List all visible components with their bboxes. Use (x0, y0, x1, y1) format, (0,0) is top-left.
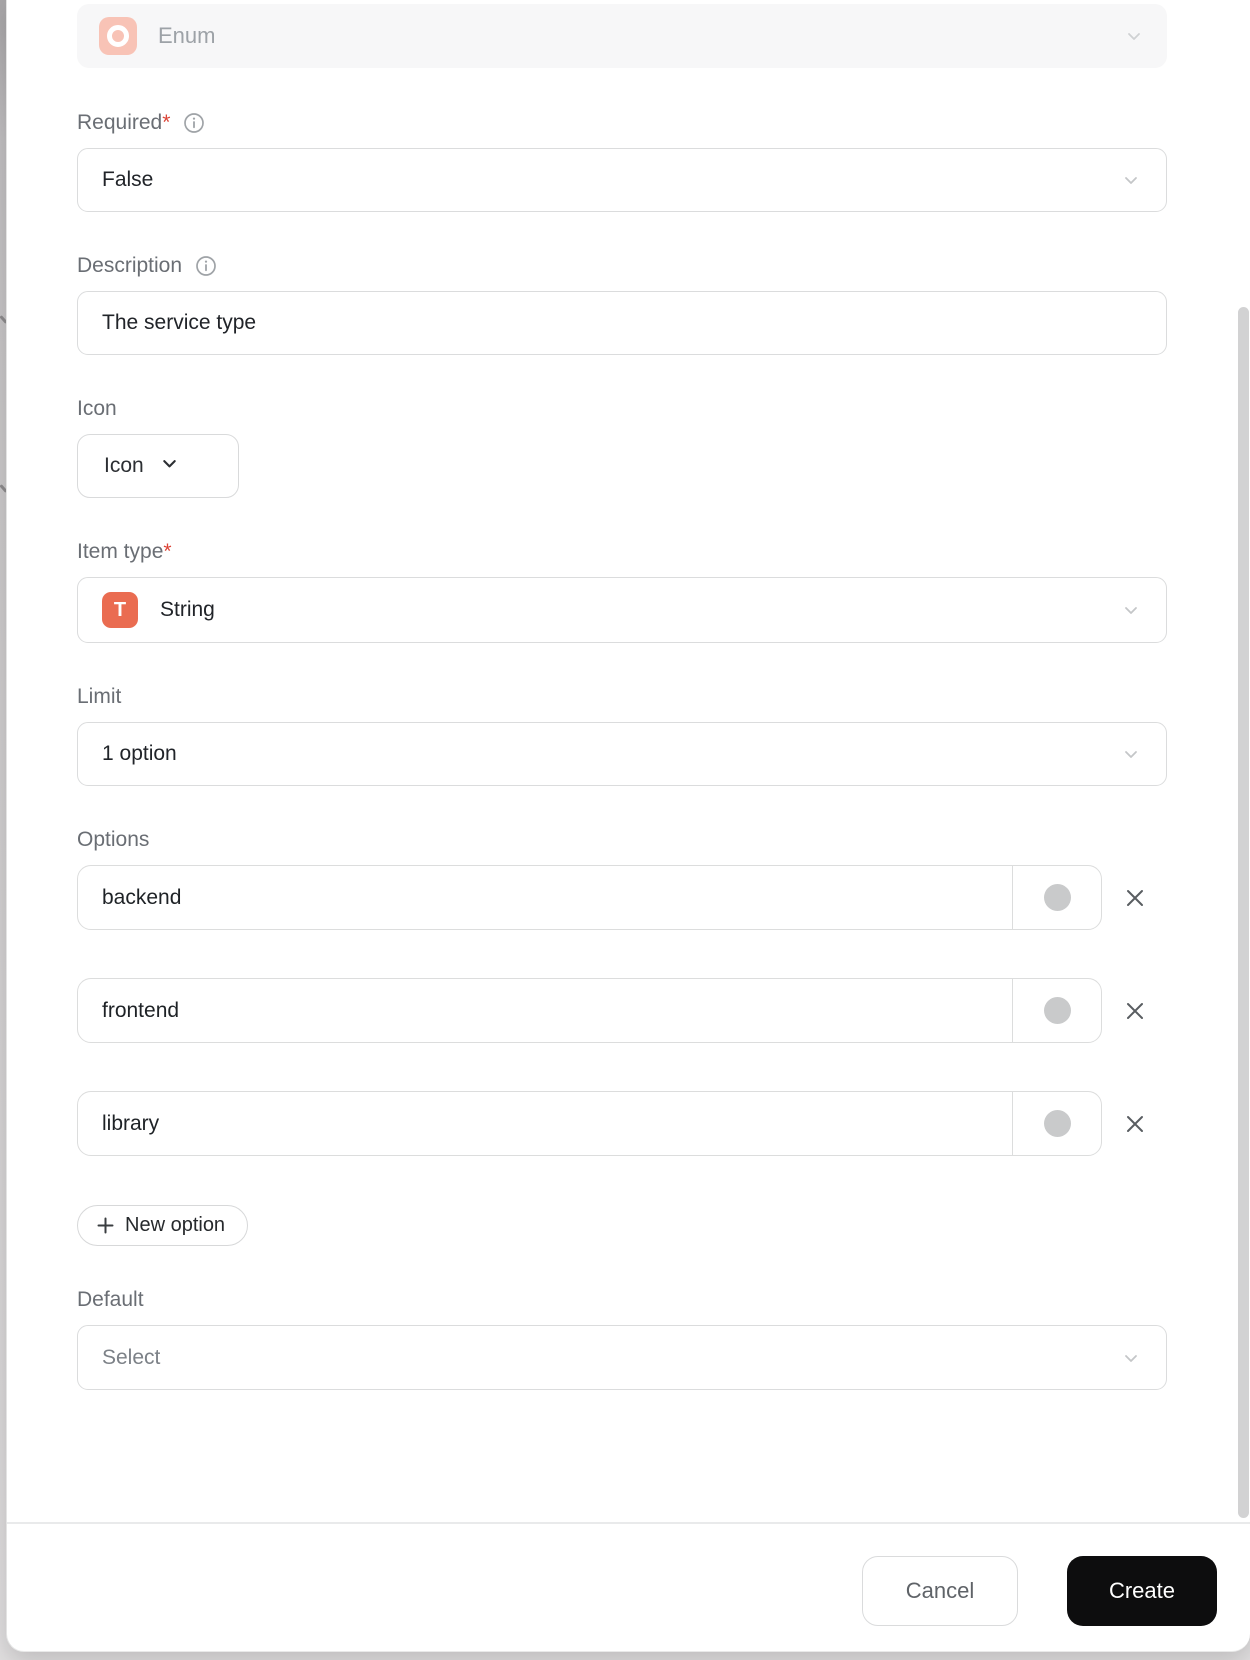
required-label: Required* (77, 110, 1167, 136)
color-swatch-icon (1043, 1110, 1071, 1137)
info-icon[interactable] (194, 254, 218, 278)
limit-value: 1 option (102, 742, 177, 765)
required-value: False (102, 168, 154, 191)
create-button[interactable]: Create (1067, 1556, 1217, 1626)
color-swatch-icon (1043, 884, 1071, 911)
remove-option-button[interactable] (1119, 882, 1151, 914)
limit-select[interactable]: 1 option (77, 722, 1167, 786)
option-value-input[interactable] (78, 979, 1012, 1042)
scrollbar-thumb[interactable] (1238, 307, 1249, 1518)
description-input[interactable] (77, 291, 1167, 355)
enum-type-icon (99, 17, 137, 55)
default-select[interactable]: Select (77, 1325, 1167, 1390)
item-type-value: String (160, 598, 215, 621)
required-asterisk: * (163, 540, 172, 563)
option-row (77, 865, 1167, 930)
default-placeholder: Select (102, 1345, 161, 1369)
footer-divider (7, 1522, 1250, 1524)
info-icon[interactable] (182, 111, 206, 135)
chevron-down-icon (1120, 169, 1142, 191)
option-color-button[interactable] (1012, 1092, 1101, 1155)
attribute-type-value: Enum (158, 23, 216, 48)
option-value-input[interactable] (78, 1092, 1012, 1155)
icon-label: Icon (77, 397, 117, 420)
required-asterisk: * (162, 111, 171, 134)
icon-picker-label: Icon (104, 454, 144, 477)
chevron-down-icon (1120, 599, 1142, 621)
item-type-label: Item type* (77, 540, 172, 563)
create-attribute-dialog: Enum Required* False Description The ser… (6, 0, 1250, 1652)
remove-option-button[interactable] (1119, 995, 1151, 1027)
option-color-button[interactable] (1012, 979, 1101, 1042)
chevron-down-icon (1123, 25, 1145, 47)
option-input-group (77, 865, 1102, 930)
close-icon (1127, 1115, 1143, 1132)
icon-picker-button[interactable]: Icon (77, 434, 239, 498)
description-label: Description (77, 253, 1167, 279)
option-input-group (77, 978, 1102, 1043)
close-icon (1127, 1002, 1143, 1019)
chevron-down-icon (1120, 1347, 1142, 1369)
item-type-select[interactable]: T String (77, 577, 1167, 643)
options-label: Options (77, 828, 150, 851)
plus-icon (95, 1215, 116, 1236)
chevron-down-icon (160, 454, 179, 479)
limit-label: Limit (77, 685, 122, 708)
string-type-icon: T (102, 592, 138, 628)
close-icon (1127, 889, 1143, 906)
option-color-button[interactable] (1012, 866, 1101, 929)
option-input-group (77, 1091, 1102, 1156)
new-option-button[interactable]: New option (77, 1205, 249, 1246)
attribute-type-select: Enum (77, 4, 1167, 68)
chevron-down-icon (1120, 743, 1142, 765)
default-label: Default (77, 1288, 144, 1311)
color-swatch-icon (1043, 997, 1071, 1024)
option-row (77, 1091, 1167, 1156)
required-select[interactable]: False (77, 148, 1167, 212)
option-row (77, 978, 1167, 1043)
option-value-input[interactable] (78, 866, 1012, 929)
cancel-button[interactable]: Cancel (862, 1556, 1018, 1626)
remove-option-button[interactable] (1119, 1108, 1151, 1140)
new-option-label: New option (125, 1214, 226, 1236)
